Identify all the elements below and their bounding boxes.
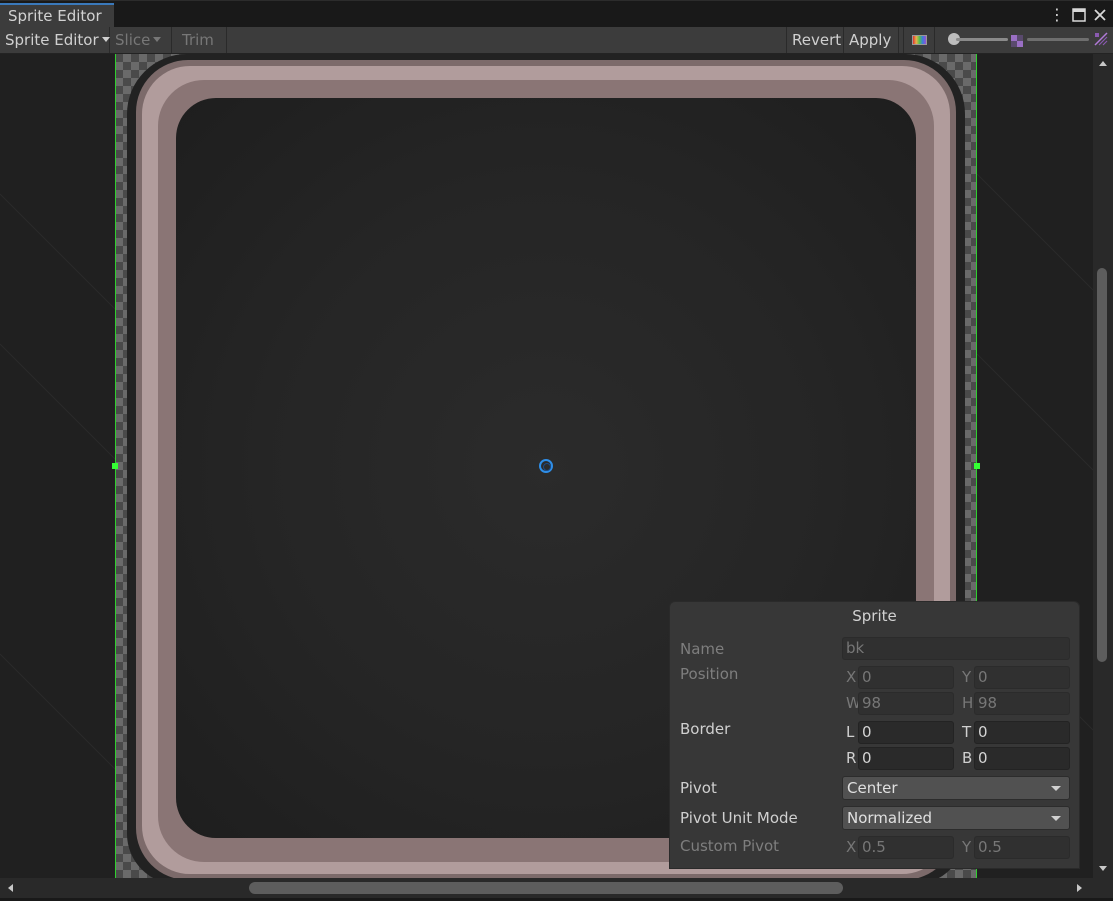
resize-handle-right[interactable] [974, 463, 980, 469]
chevron-down-icon [1051, 786, 1061, 791]
custom-pivot-x-field[interactable]: 0.5 [858, 836, 954, 859]
border-label: Border [680, 720, 731, 738]
position-y-field[interactable]: 0 [974, 666, 1070, 689]
chevron-down-icon [101, 37, 110, 42]
border-r-label: R [846, 749, 857, 767]
name-label: Name [680, 640, 725, 658]
slice-label: Slice [115, 31, 151, 49]
horizontal-scrollbar[interactable] [0, 878, 1093, 898]
close-icon[interactable] [1091, 5, 1109, 25]
brightness-slider[interactable] [956, 38, 1008, 41]
border-l-label: L [846, 723, 855, 741]
maximize-icon[interactable] [1070, 5, 1088, 25]
border-b-field[interactable]: 0 [974, 747, 1070, 770]
custom-pivot-x-label: X [846, 838, 857, 856]
mip-level-slider[interactable] [1027, 38, 1089, 41]
pivot-value: Center [847, 779, 898, 797]
kebab-menu-icon[interactable]: ⋮ [1048, 5, 1066, 25]
border-r-field[interactable]: 0 [858, 747, 954, 770]
trim-button[interactable]: Trim [172, 27, 227, 53]
slice-button[interactable]: Slice [110, 27, 172, 53]
scroll-right-icon[interactable] [1077, 884, 1082, 892]
pivot-unit-mode-dropdown[interactable]: Normalized [842, 806, 1070, 830]
vertical-scroll-thumb[interactable] [1097, 268, 1107, 662]
custom-pivot-y-field[interactable]: 0.5 [974, 836, 1070, 859]
scrollbar-corner [1093, 878, 1113, 898]
border-t-field[interactable]: 0 [974, 721, 1070, 744]
window-tab-bar: Sprite Editor ⋮ [0, 0, 1113, 28]
mipmap-icon [1011, 33, 1023, 47]
chevron-down-icon [153, 37, 162, 42]
border-b-label: B [962, 749, 973, 767]
custom-pivot-label: Custom Pivot [680, 837, 780, 855]
pivot-label: Pivot [680, 779, 717, 797]
alpha-icon[interactable] [1094, 32, 1108, 46]
pivot-handle[interactable] [539, 459, 553, 473]
position-y-label: Y [962, 668, 972, 686]
toolbar: Sprite Editor Slice Trim Revert Apply [0, 27, 1113, 54]
scroll-left-icon[interactable] [8, 884, 13, 892]
rgb-channels-icon[interactable] [903, 27, 935, 53]
horizontal-scroll-thumb[interactable] [249, 882, 843, 894]
panel-title: Sprite [852, 607, 897, 625]
size-h-field[interactable]: 98 [974, 692, 1070, 715]
size-h-label: H [962, 694, 974, 712]
custom-pivot-y-label: Y [962, 838, 972, 856]
chevron-down-icon [1051, 816, 1061, 821]
mode-label: Sprite Editor [5, 31, 99, 49]
position-x-field[interactable]: 0 [858, 666, 954, 689]
position-x-label: X [846, 668, 857, 686]
position-label: Position [680, 665, 739, 683]
pivot-dropdown[interactable]: Center [842, 776, 1070, 800]
revert-button[interactable]: Revert [786, 27, 844, 53]
pivot-unit-mode-label: Pivot Unit Mode [680, 809, 798, 827]
resize-handle-left[interactable] [112, 463, 118, 469]
border-l-field[interactable]: 0 [858, 721, 954, 744]
name-field[interactable]: bk [842, 637, 1070, 660]
scroll-down-icon[interactable] [1099, 866, 1107, 871]
tab-sprite-editor[interactable]: Sprite Editor [0, 3, 114, 28]
apply-button[interactable]: Apply [844, 27, 899, 53]
vertical-scrollbar[interactable] [1093, 54, 1113, 878]
sprite-inspector-panel: Sprite Name bk Position X 0 Y 0 W 98 H 9… [669, 601, 1080, 869]
pivot-unit-mode-value: Normalized [847, 809, 933, 827]
border-t-label: T [962, 723, 972, 741]
size-w-field[interactable]: 98 [858, 692, 954, 715]
scroll-up-icon[interactable] [1099, 61, 1107, 66]
mode-dropdown[interactable]: Sprite Editor [0, 27, 110, 53]
